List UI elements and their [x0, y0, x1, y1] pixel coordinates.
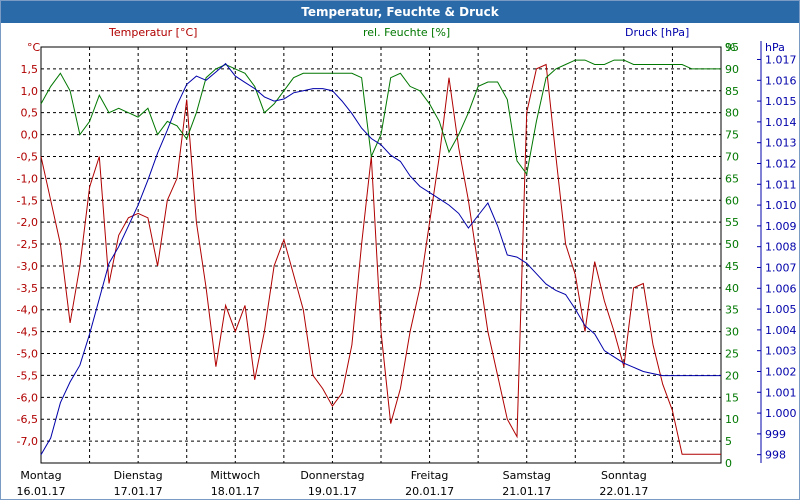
x-date-label: 22.01.17 — [599, 485, 648, 498]
press-tick-label: 1.009 — [765, 220, 797, 233]
hum-tick-label: 90 — [725, 63, 739, 76]
hum-tick-label: 20 — [725, 369, 739, 382]
x-date-label: 17.01.17 — [114, 485, 163, 498]
temp-tick-label: 0,5 — [21, 107, 39, 120]
press-tick-label: 1.015 — [765, 95, 797, 108]
temp-tick-label: -5,0 — [17, 348, 38, 361]
hum-tick-label: 70 — [725, 150, 739, 163]
x-day-label: Sonntag — [601, 469, 647, 482]
hum-tick-label: 30 — [725, 326, 739, 339]
temp-tick-label: -4,0 — [17, 304, 38, 317]
press-tick-label: 1.010 — [765, 199, 797, 212]
hum-tick-label: 80 — [725, 107, 739, 120]
temp-tick-label: -7,0 — [17, 435, 38, 448]
hum-tick-label: 0 — [725, 457, 732, 470]
hum-tick-label: 40 — [725, 282, 739, 295]
press-tick-label: 1.002 — [765, 365, 797, 378]
x-day-label: Mittwoch — [210, 469, 260, 482]
press-tick-label: 1.007 — [765, 261, 797, 274]
hum-tick-label: 55 — [725, 216, 739, 229]
temp-tick-label: -6,5 — [17, 413, 38, 426]
temp-tick-label: -2,5 — [17, 238, 38, 251]
press-tick-label: 998 — [765, 449, 786, 462]
hum-tick-label: 75 — [725, 129, 739, 142]
x-day-label: Freitag — [411, 469, 449, 482]
x-day-label: Donnerstag — [300, 469, 364, 482]
hum-tick-label: 60 — [725, 194, 739, 207]
temp-tick-label: -5,5 — [17, 369, 38, 382]
temp-tick-label: -1,0 — [17, 172, 38, 185]
hum-tick-label: 45 — [725, 260, 739, 273]
press-tick-label: 1.005 — [765, 303, 797, 316]
x-date-label: 18.01.17 — [211, 485, 260, 498]
hum-tick-label: 50 — [725, 238, 739, 251]
temp-unit-label: °C — [27, 41, 41, 54]
temp-tick-label: -3,5 — [17, 282, 38, 295]
temp-tick-label: -1,5 — [17, 194, 38, 207]
hum-tick-label: 95 — [725, 41, 739, 54]
press-tick-label: 1.006 — [765, 282, 797, 295]
temp-tick-label: 1,0 — [21, 85, 39, 98]
hum-tick-label: 15 — [725, 391, 739, 404]
press-tick-label: 1.013 — [765, 137, 797, 150]
x-day-label: Montag — [20, 469, 61, 482]
x-date-label: 21.01.17 — [502, 485, 551, 498]
x-date-label: 19.01.17 — [308, 485, 357, 498]
press-tick-label: 1.003 — [765, 345, 797, 358]
press-tick-label: 1.012 — [765, 157, 797, 170]
x-date-label: 20.01.17 — [405, 485, 454, 498]
temp-tick-label: -6,0 — [17, 391, 38, 404]
press-tick-label: 1.014 — [765, 116, 797, 129]
press-tick-label: 1.011 — [765, 178, 797, 191]
hum-tick-label: 25 — [725, 348, 739, 361]
temp-tick-label: -2,0 — [17, 216, 38, 229]
hum-tick-label: 10 — [725, 413, 739, 426]
chart-canvas: °C 1,5 1,0 0,5 0,0 -0,5 -1,0 -1,5 -2,0 -2,5 -3,0 -3… — [17, 41, 797, 498]
x-day-label: Samstag — [503, 469, 551, 482]
press-tick-label: 1.004 — [765, 324, 797, 337]
press-tick-label: 1.001 — [765, 386, 797, 399]
x-date-label: 16.01.17 — [17, 485, 66, 498]
press-tick-label: 1.017 — [765, 53, 797, 66]
temp-tick-label: -0,5 — [17, 150, 38, 163]
press-tick-label: 1.008 — [765, 241, 797, 254]
temp-tick-label: 1,5 — [21, 63, 39, 76]
press-tick-label: 1.000 — [765, 407, 797, 420]
temp-tick-label: 0,0 — [21, 129, 39, 142]
press-tick-label: 999 — [765, 428, 786, 441]
press-unit-label: hPa — [765, 41, 785, 54]
hum-tick-label: 85 — [725, 85, 739, 98]
press-tick-label: 1.016 — [765, 74, 797, 87]
chart-window: Temperatur, Feuchte & Druck Temperatur [… — [0, 0, 800, 500]
x-day-label: Dienstag — [114, 469, 163, 482]
hum-tick-label: 65 — [725, 172, 739, 185]
hum-tick-label: 5 — [725, 435, 732, 448]
temp-tick-label: -3,0 — [17, 260, 38, 273]
hum-tick-label: 35 — [725, 304, 739, 317]
temp-tick-label: -4,5 — [17, 326, 38, 339]
